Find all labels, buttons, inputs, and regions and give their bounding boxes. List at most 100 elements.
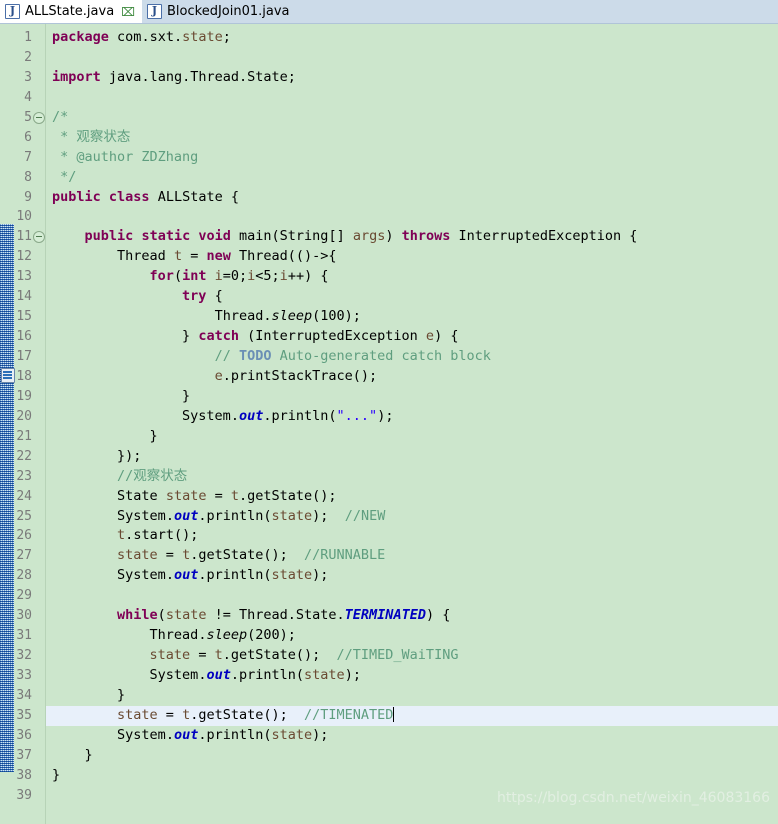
line-number: 13 — [14, 267, 32, 287]
line-number: 26 — [14, 526, 32, 546]
code-line[interactable]: } — [52, 427, 778, 447]
code-line[interactable]: System.out.println(state); //NEW — [52, 507, 778, 527]
fold-slot — [32, 327, 45, 347]
line-number: 17 — [14, 347, 32, 367]
fold-slot — [32, 666, 45, 686]
tab-label: BlockedJoin01.java — [167, 4, 290, 19]
code-line[interactable]: } — [52, 387, 778, 407]
line-number: 25 — [14, 507, 32, 527]
fold-slot — [32, 786, 45, 806]
code-line[interactable]: }); — [52, 447, 778, 467]
line-number: 5 — [14, 108, 32, 128]
code-content-area[interactable]: package com.sxt.state; import java.lang.… — [46, 24, 778, 824]
fold-slot — [32, 606, 45, 626]
fold-slot — [32, 427, 45, 447]
code-line[interactable]: Thread.sleep(200); — [52, 626, 778, 646]
code-line[interactable]: package com.sxt.state; — [52, 28, 778, 48]
code-line[interactable]: * 观察状态 — [52, 128, 778, 148]
line-number: 16 — [14, 327, 32, 347]
line-number: 15 — [14, 307, 32, 327]
code-line[interactable]: } — [52, 746, 778, 766]
annotation-marker-strip[interactable] — [0, 24, 14, 824]
code-line[interactable]: // TODO Auto-generated catch block — [52, 347, 778, 367]
line-number: 35 — [14, 706, 32, 726]
tab-bar-filler — [297, 0, 778, 23]
code-line[interactable]: } catch (InterruptedException e) { — [52, 327, 778, 347]
code-line[interactable]: public static void main(String[] args) t… — [52, 227, 778, 247]
code-editor[interactable]: 1234567891011121314151617181920212223242… — [0, 24, 778, 824]
code-line[interactable]: state = t.getState(); //TIMED_WaiTING — [52, 646, 778, 666]
fold-slot — [32, 387, 45, 407]
fold-slot — [32, 447, 45, 467]
code-line[interactable]: */ — [52, 168, 778, 188]
line-number: 19 — [14, 387, 32, 407]
code-line[interactable] — [52, 88, 778, 108]
line-number: 27 — [14, 546, 32, 566]
code-line[interactable]: System.out.println(state); — [52, 666, 778, 686]
line-number-gutter: 1234567891011121314151617181920212223242… — [14, 24, 32, 824]
editor-tab-bar: ALLState.java ⌧ BlockedJoin01.java — [0, 0, 778, 24]
code-line[interactable]: State state = t.getState(); — [52, 487, 778, 507]
tab-allstate-java[interactable]: ALLState.java ⌧ — [0, 0, 142, 23]
fold-slot — [32, 88, 45, 108]
code-line[interactable] — [52, 207, 778, 227]
code-folding-column[interactable] — [32, 24, 46, 824]
code-line[interactable]: System.out.println(state); — [52, 566, 778, 586]
fold-collapse-icon[interactable] — [33, 112, 45, 124]
code-line[interactable]: while(state != Thread.State.TERMINATED) … — [52, 606, 778, 626]
java-file-icon — [5, 4, 20, 19]
fold-slot — [32, 168, 45, 188]
fold-slot — [32, 626, 45, 646]
text-caret — [393, 707, 394, 722]
line-number: 20 — [14, 407, 32, 427]
fold-slot — [32, 526, 45, 546]
code-line[interactable]: Thread.sleep(100); — [52, 307, 778, 327]
code-line[interactable]: state = t.getState(); //TIMENATED — [46, 706, 778, 726]
fold-collapse-icon[interactable] — [33, 231, 45, 243]
fold-slot — [32, 207, 45, 227]
line-number: 12 — [14, 247, 32, 267]
code-line[interactable]: } — [52, 686, 778, 706]
todo-task-marker-icon[interactable] — [1, 368, 15, 383]
fold-slot — [32, 487, 45, 507]
code-line[interactable]: System.out.println(state); — [52, 726, 778, 746]
fold-slot — [32, 507, 45, 527]
tab-blockedjoin01-java[interactable]: BlockedJoin01.java — [142, 0, 297, 23]
fold-slot — [32, 68, 45, 88]
code-line[interactable]: * @author ZDZhang — [52, 148, 778, 168]
fold-slot[interactable] — [32, 108, 45, 128]
code-line[interactable]: //观察状态 — [52, 467, 778, 487]
line-number: 24 — [14, 487, 32, 507]
close-icon[interactable]: ⌧ — [121, 6, 135, 18]
code-line[interactable]: public class ALLState { — [52, 188, 778, 208]
code-line[interactable]: /* — [52, 108, 778, 128]
line-number: 1 — [14, 28, 32, 48]
line-number: 2 — [14, 48, 32, 68]
code-line[interactable]: t.start(); — [52, 526, 778, 546]
fold-slot — [32, 188, 45, 208]
fold-slot — [32, 646, 45, 666]
code-line[interactable]: Thread t = new Thread(()->{ — [52, 247, 778, 267]
java-file-icon — [147, 4, 162, 19]
line-number: 30 — [14, 606, 32, 626]
fold-slot — [32, 307, 45, 327]
fold-slot — [32, 48, 45, 68]
line-number: 3 — [14, 68, 32, 88]
line-number: 22 — [14, 447, 32, 467]
code-line[interactable]: state = t.getState(); //RUNNABLE — [52, 546, 778, 566]
line-number: 32 — [14, 646, 32, 666]
code-line[interactable]: import java.lang.Thread.State; — [52, 68, 778, 88]
code-line[interactable] — [52, 786, 778, 806]
code-line[interactable]: for(int i=0;i<5;i++) { — [52, 267, 778, 287]
fold-slot — [32, 287, 45, 307]
code-line[interactable]: System.out.println("..."); — [52, 407, 778, 427]
fold-slot — [32, 267, 45, 287]
fold-slot[interactable] — [32, 227, 45, 247]
code-line[interactable] — [52, 48, 778, 68]
code-line[interactable] — [52, 586, 778, 606]
line-number: 4 — [14, 88, 32, 108]
vertical-scroll-thumb[interactable] — [0, 224, 14, 772]
code-line[interactable]: try { — [52, 287, 778, 307]
code-line[interactable]: } — [52, 766, 778, 786]
code-line[interactable]: e.printStackTrace(); — [52, 367, 778, 387]
